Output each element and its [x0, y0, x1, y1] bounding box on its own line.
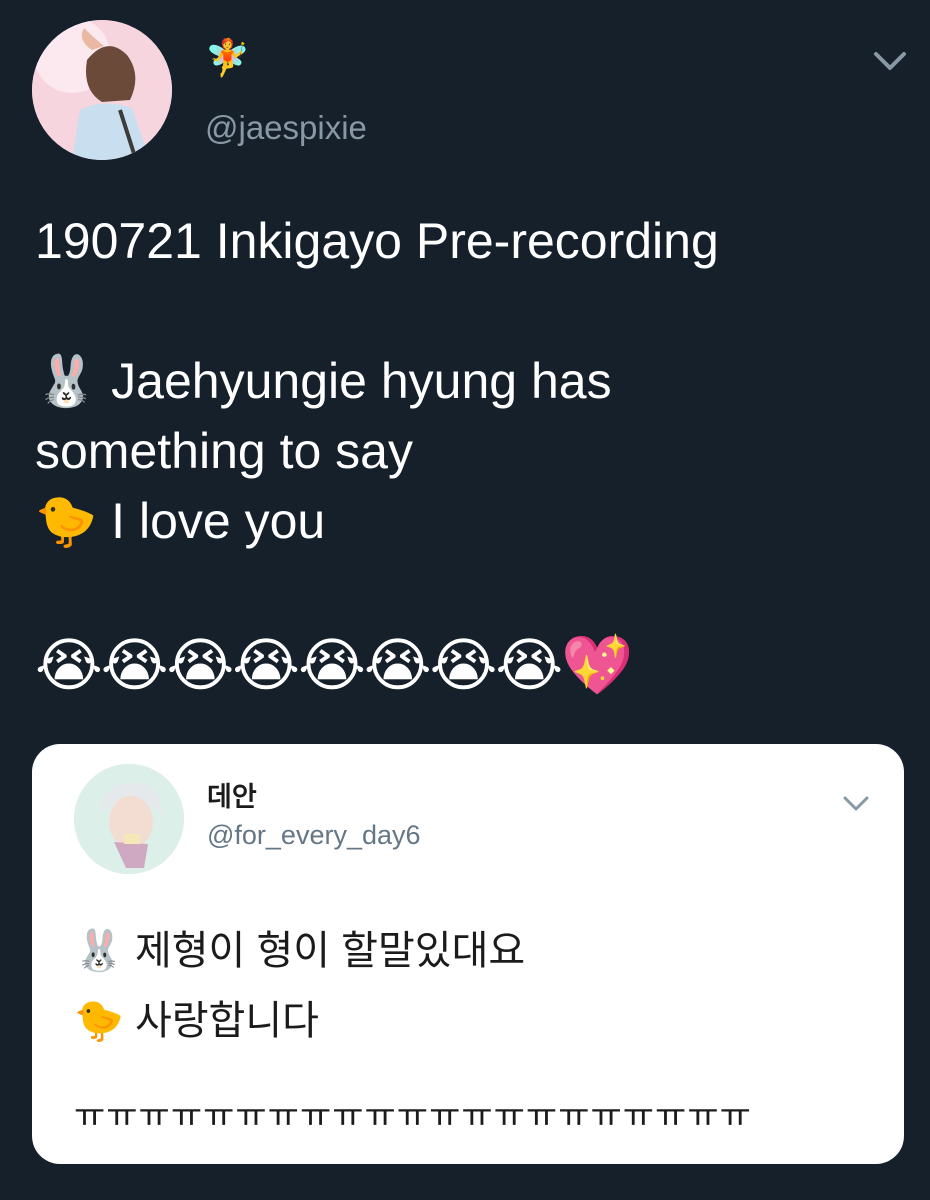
display-name[interactable]: 🧚: [205, 38, 250, 78]
tweet-text: 190721 Inkigayo Pre-recording 🐰 Jaehyung…: [35, 206, 895, 556]
tweet-line-chick: 🐤 I love you: [35, 486, 895, 556]
rabbit-face-icon: 🐰: [35, 353, 98, 409]
tweet-line-chick-text: I love you: [111, 493, 326, 549]
tweet-line-rabbit-text: Jaehyungie hyung has: [111, 353, 612, 409]
chevron-down-icon[interactable]: [840, 792, 872, 814]
reaction-emojis: 😭😭😭😭😭😭😭😭💖: [35, 633, 633, 698]
quoted-line-rabbit-text: 제형이 형이 할말있대요: [134, 929, 526, 973]
chick-icon: 🐤: [74, 999, 124, 1043]
quoted-line-rabbit: 🐰 제형이 형이 할말있대요: [74, 916, 874, 986]
quoted-line-chick: 🐤 사랑합니다: [74, 986, 874, 1056]
tweet-line-continued: something to say: [35, 423, 413, 479]
quoted-line-chick-text: 사랑합니다: [134, 999, 319, 1043]
chevron-down-icon[interactable]: [870, 46, 910, 76]
chick-icon: 🐤: [35, 493, 98, 549]
avatar[interactable]: [32, 20, 172, 160]
quoted-display-name[interactable]: 데안: [207, 780, 257, 814]
quoted-line-tears: ㅠㅠㅠㅠㅠㅠㅠㅠㅠㅠㅠㅠㅠㅠㅠㅠㅠㅠㅠㅠㅠ: [74, 1097, 752, 1135]
user-handle[interactable]: @jaespixie: [205, 108, 367, 148]
quoted-user-handle[interactable]: @for_every_day6: [207, 818, 421, 852]
rabbit-face-icon: 🐰: [74, 929, 124, 973]
quoted-avatar-image: [74, 764, 184, 874]
quoted-tweet[interactable]: 데안 @for_every_day6 🐰 제형이 형이 할말있대요 🐤 사랑합니…: [32, 744, 904, 1164]
quoted-tweet-text: 🐰 제형이 형이 할말있대요 🐤 사랑합니다: [74, 916, 874, 1056]
tweet-line-rabbit: 🐰 Jaehyungie hyung has: [35, 346, 895, 416]
tweet-line-title: 190721 Inkigayo Pre-recording: [35, 213, 719, 269]
tweet-card: 🧚 @jaespixie 190721 Inkigayo Pre-recordi…: [0, 0, 930, 1200]
avatar-image: [32, 20, 172, 160]
quoted-avatar[interactable]: [74, 764, 184, 874]
